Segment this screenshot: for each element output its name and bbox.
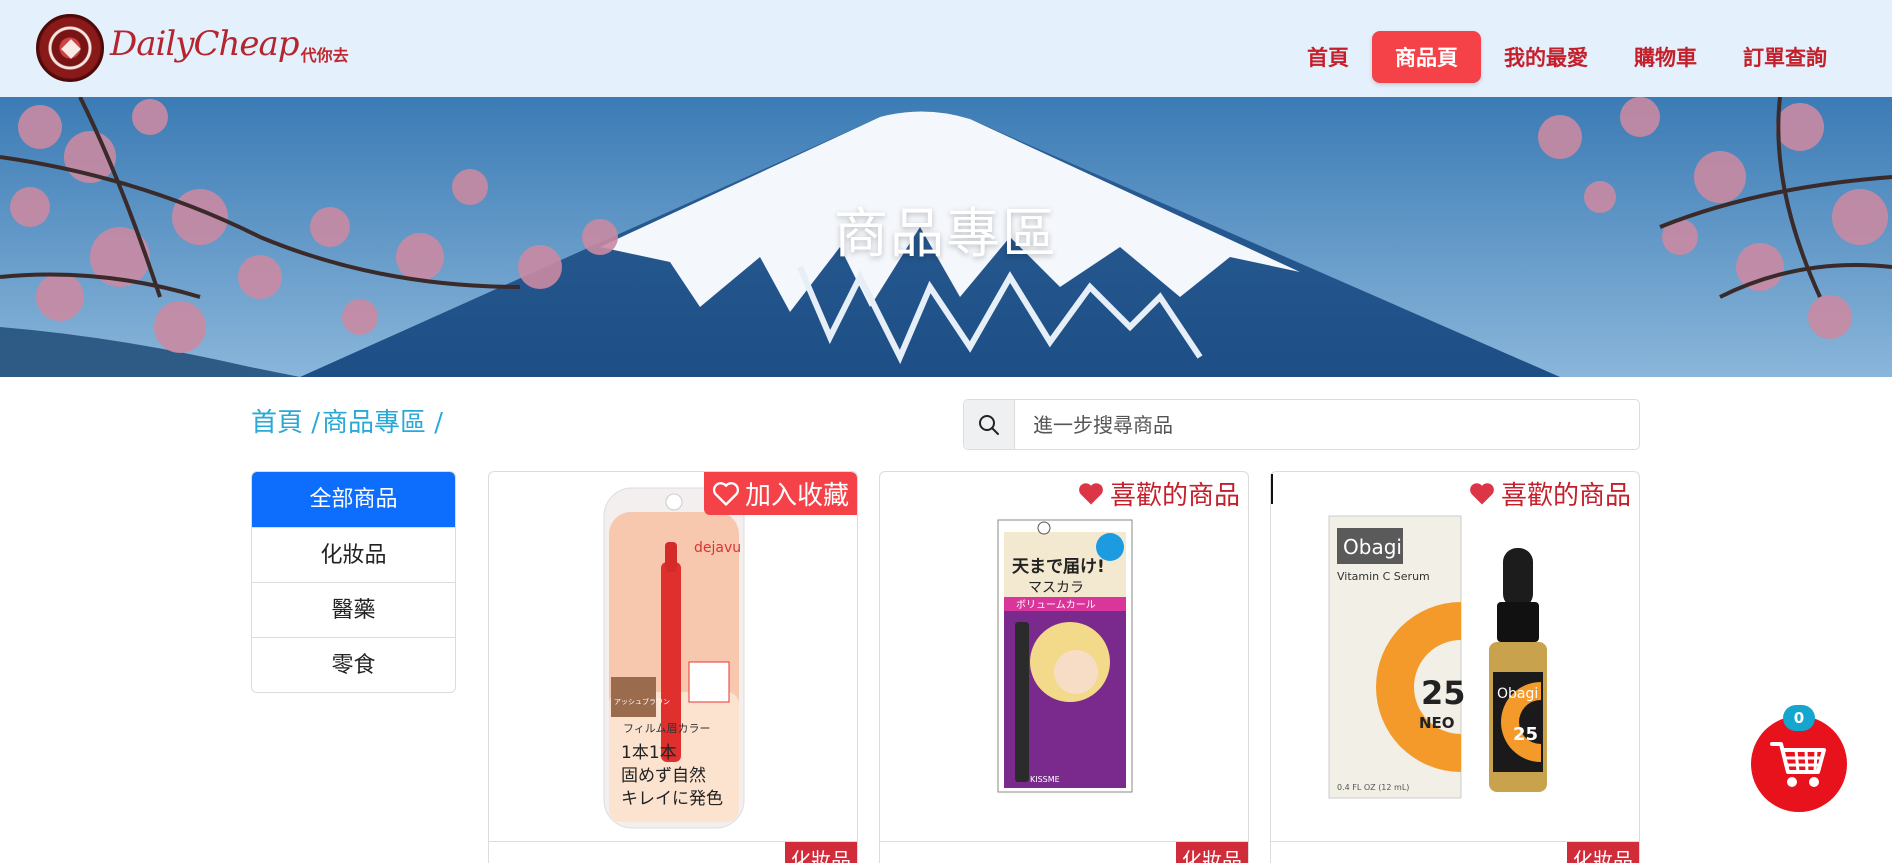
nav-cart[interactable]: 購物車 <box>1611 31 1720 83</box>
product-card[interactable]: Obagi Vitamin C Serum 25 NEO 0.4 FL OZ (… <box>1270 471 1640 863</box>
svg-text:NEO: NEO <box>1419 714 1455 732</box>
cart-count-badge: 0 <box>1783 705 1815 731</box>
hero-banner: 商品專區 <box>0 97 1892 377</box>
category-snacks[interactable]: 零食 <box>252 637 455 692</box>
breadcrumb-home[interactable]: 首頁 / <box>251 408 320 438</box>
svg-text:ボリュームカール: ボリュームカール <box>1016 599 1096 611</box>
search-bar <box>963 399 1640 450</box>
search-icon[interactable] <box>964 400 1015 449</box>
svg-text:25: 25 <box>1513 724 1538 745</box>
category-all[interactable]: 全部商品 <box>252 472 455 527</box>
category-medicine[interactable]: 醫藥 <box>252 582 455 637</box>
product-card[interactable]: dejavu フィルム眉カラー 1本1本 固めず自然 キレイに発色 アッシュブラ… <box>488 471 858 863</box>
liked-product-button[interactable]: 喜歡的商品 <box>1460 472 1639 515</box>
breadcrumb-products[interactable]: 商品專區 / <box>322 408 443 438</box>
liked-product-button[interactable]: 喜歡的商品 <box>1069 472 1248 515</box>
favorite-label: 喜歡的商品 <box>1500 481 1631 511</box>
svg-text:0.4 FL OZ (12 mL): 0.4 FL OZ (12 mL) <box>1337 783 1409 792</box>
heart-outline-icon <box>712 481 740 506</box>
site-header: DailyCheap 代你去 首頁 商品頁 我的最愛 購物車 訂單查詢 <box>0 0 1892 97</box>
svg-text:Vitamin C Serum: Vitamin C Serum <box>1337 570 1430 583</box>
nav-favorites[interactable]: 我的最愛 <box>1481 31 1611 83</box>
svg-text:アッシュブラウン: アッシュブラウン <box>614 697 670 706</box>
add-to-favorites-button[interactable]: 加入收藏 <box>703 472 857 515</box>
svg-text:dejavu: dejavu <box>694 540 741 556</box>
svg-text:1本1本: 1本1本 <box>621 743 677 763</box>
heart-filled-icon <box>1079 482 1103 504</box>
category-list: 全部商品 化妝品 醫藥 零食 <box>251 471 456 693</box>
svg-text:KISSME: KISSME <box>1030 775 1060 784</box>
nav-order-lookup[interactable]: 訂單查詢 <box>1720 31 1850 83</box>
shopping-cart-icon <box>1770 742 1826 787</box>
favorite-label: 喜歡的商品 <box>1109 481 1240 511</box>
category-cosmetics[interactable]: 化妝品 <box>252 527 455 582</box>
heart-filled-icon <box>1470 482 1494 504</box>
svg-text:Obagi: Obagi <box>1497 686 1538 702</box>
svg-text:天まで届け!: 天まで届け! <box>1012 557 1105 577</box>
svg-text:25: 25 <box>1421 674 1466 712</box>
product-card[interactable]: 天まで届け! マスカラ ボリュームカール KISSME 喜歡的商品 化妝品 <box>879 471 1249 863</box>
text-cursor <box>1271 474 1273 504</box>
product-image[interactable]: 天まで届け! マスカラ ボリュームカール KISSME <box>880 472 1248 842</box>
logo-emblem-icon <box>36 14 104 82</box>
svg-text:固めず自然: 固めず自然 <box>621 766 706 786</box>
svg-text:キレイに発色: キレイに発色 <box>621 789 723 809</box>
logo-subtitle: 代你去 <box>300 46 349 65</box>
favorite-label: 加入收藏 <box>744 481 849 511</box>
category-tag: 化妝品 <box>1567 842 1639 863</box>
breadcrumb: 首頁 /商品專區 / <box>251 402 445 439</box>
svg-text:マスカラ: マスカラ <box>1028 580 1084 596</box>
main-nav: 首頁 商品頁 我的最愛 購物車 訂單查詢 <box>1284 31 1850 83</box>
category-tag: 化妝品 <box>785 842 857 863</box>
product-image[interactable]: Obagi Vitamin C Serum 25 NEO 0.4 FL OZ (… <box>1271 472 1639 842</box>
category-tag: 化妝品 <box>1176 842 1248 863</box>
svg-text:Obagi: Obagi <box>1343 535 1402 559</box>
banner-title: 商品專區 <box>834 202 1058 265</box>
product-image[interactable]: dejavu フィルム眉カラー 1本1本 固めず自然 キレイに発色 アッシュブラ… <box>489 472 857 842</box>
site-logo[interactable]: DailyCheap 代你去 <box>36 14 349 82</box>
svg-text:フィルム眉カラー: フィルム眉カラー <box>623 722 711 735</box>
nav-products[interactable]: 商品頁 <box>1372 31 1481 83</box>
nav-home[interactable]: 首頁 <box>1284 31 1372 83</box>
search-input[interactable] <box>1015 400 1639 449</box>
logo-script-text: DailyCheap <box>110 24 300 64</box>
